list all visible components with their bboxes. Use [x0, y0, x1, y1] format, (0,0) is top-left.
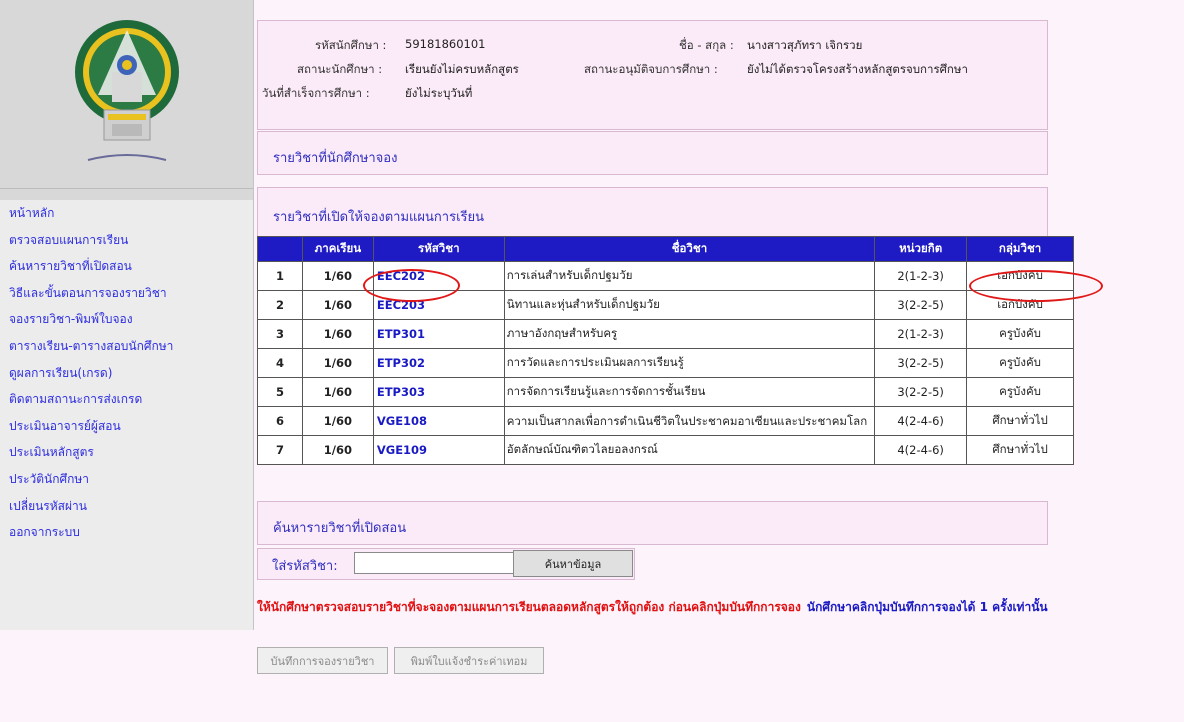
- course-credit: 2(1-2-3): [874, 261, 968, 291]
- course-credit: 4(2-4-6): [874, 435, 968, 465]
- nav-student-profile[interactable]: ประวัตินักศึกษา: [0, 466, 253, 493]
- course-name: การวัดและการประเมินผลการเรียนรู้: [503, 348, 876, 378]
- graduation-date-label: วันที่สำเร็จการศึกษา :: [262, 86, 370, 100]
- reserved-courses-panel: รายวิชาที่นักศึกษาจอง: [257, 131, 1048, 175]
- row-term: 1/60: [301, 290, 374, 320]
- table-row: 6 1/60 VGE108 ความเป็นสากลเพื่อการดำเนิน…: [257, 406, 1074, 436]
- header-name: ชื่อวิชา: [503, 236, 876, 262]
- course-code-link[interactable]: VGE109: [377, 443, 427, 457]
- open-courses-panel: รายวิชาที่เปิดให้จองตามแผนการเรียน: [257, 187, 1048, 238]
- university-logo: [0, 0, 253, 189]
- header-group: กลุ่มวิชา: [966, 236, 1074, 262]
- graduation-approval-label: สถานะอนุมัติจบการศึกษา :: [584, 62, 718, 76]
- nav-check-plan[interactable]: ตรวจสอบแผนการเรียน: [0, 227, 253, 254]
- course-name: การเล่นสำหรับเด็กปฐมวัย: [503, 261, 876, 291]
- course-name: อัตลักษณ์บัณฑิตวไลยอลงกรณ์: [503, 435, 876, 465]
- course-group: ครูบังคับ: [966, 348, 1074, 378]
- print-invoice-button[interactable]: พิมพ์ใบแจ้งชำระค่าเทอม: [394, 647, 544, 674]
- header-term: ภาคเรียน: [301, 236, 374, 262]
- row-term: 1/60: [301, 348, 374, 378]
- nav-search-courses[interactable]: ค้นหารายวิชาที่เปิดสอน: [0, 253, 253, 280]
- warning-message: ให้นักศึกษาตรวจสอบรายวิชาที่จะจองตามแผนก…: [257, 598, 1048, 617]
- nav-grade-status[interactable]: ติดตามสถานะการส่งเกรด: [0, 386, 253, 413]
- row-number: 3: [257, 319, 303, 349]
- table-header-row: ภาคเรียน รหัสวิชา ชื่อวิชา หน่วยกิต กลุ่…: [257, 236, 1074, 262]
- nav-evaluate-curriculum[interactable]: ประเมินหลักสูตร: [0, 439, 253, 466]
- course-credit: 4(2-4-6): [874, 406, 968, 436]
- row-number: 6: [257, 406, 303, 436]
- student-status-label: สถานะนักศึกษา :: [297, 62, 383, 76]
- graduation-approval: ยังไม่ได้ตรวจโครงสร้างหลักสูตรจบการศึกษา: [747, 62, 968, 76]
- course-name: การจัดการเรียนรู้และการจัดการชั้นเรียน: [503, 377, 876, 407]
- student-id: 59181860101: [405, 37, 486, 51]
- nav-how-to-reserve[interactable]: วิธีและขั้นตอนการจองรายวิชา: [0, 280, 253, 307]
- student-status: เรียนยังไม่ครบหลักสูตร: [405, 62, 519, 76]
- row-term: 1/60: [301, 377, 374, 407]
- course-name: ความเป็นสากลเพื่อการดำเนินชีวิตในประชาคม…: [503, 406, 876, 436]
- nav-change-password[interactable]: เปลี่ยนรหัสผ่าน: [0, 493, 253, 520]
- course-code-link[interactable]: VGE108: [377, 414, 427, 428]
- header-credit: หน่วยกิต: [874, 236, 968, 262]
- warning-text: ให้นักศึกษาตรวจสอบรายวิชาที่จะจองตามแผนก…: [257, 600, 801, 614]
- row-term: 1/60: [301, 319, 374, 349]
- course-group: ครูบังคับ: [966, 377, 1074, 407]
- table-row: 7 1/60 VGE109 อัตลักษณ์บัณฑิตวไลยอลงกรณ์…: [257, 435, 1074, 465]
- sidebar: หน้าหลัก ตรวจสอบแผนการเรียน ค้นหารายวิชา…: [0, 0, 254, 630]
- header-no: [257, 236, 303, 262]
- row-number: 7: [257, 435, 303, 465]
- table-row: 4 1/60 ETP302 การวัดและการประเมินผลการเร…: [257, 348, 1074, 378]
- student-name-label: ชื่อ - สกุล :: [679, 38, 734, 52]
- course-credit: 3(2-2-5): [874, 377, 968, 407]
- row-term: 1/60: [301, 406, 374, 436]
- header-code: รหัสวิชา: [372, 236, 505, 262]
- highlight-circle-code: [363, 269, 460, 302]
- nav-grades[interactable]: ดูผลการเรียน(เกรด): [0, 360, 253, 387]
- course-code-label: ใส่รหัสวิชา:: [272, 559, 338, 574]
- notice-text: นักศึกษาคลิกปุ่มบันทึกการจองได้ 1 ครั้งเ…: [806, 600, 1048, 614]
- student-id-label: รหัสนักศึกษา :: [315, 38, 387, 52]
- row-number: 4: [257, 348, 303, 378]
- search-button[interactable]: ค้นหาข้อมูล: [513, 550, 633, 577]
- highlight-circle-group: [969, 270, 1103, 302]
- course-credit: 3(2-2-5): [874, 290, 968, 320]
- nav-logout[interactable]: ออกจากระบบ: [0, 519, 253, 546]
- course-name: ภาษาอังกฤษสำหรับครู: [503, 319, 876, 349]
- course-group: ครูบังคับ: [966, 319, 1074, 349]
- reserved-courses-title: รายวิชาที่นักศึกษาจอง: [273, 151, 398, 166]
- row-number: 1: [257, 261, 303, 291]
- graduation-date: ยังไม่ระบุวันที่: [405, 86, 473, 100]
- save-reservation-button[interactable]: บันทึกการจองรายวิชา: [257, 647, 388, 674]
- main-nav: หน้าหลัก ตรวจสอบแผนการเรียน ค้นหารายวิชา…: [0, 200, 253, 630]
- university-emblem-icon: [75, 20, 179, 161]
- student-info-panel: รหัสนักศึกษา : 59181860101 ชื่อ - สกุล :…: [257, 20, 1048, 130]
- row-term: 1/60: [301, 435, 374, 465]
- course-code-link[interactable]: ETP301: [377, 327, 425, 341]
- search-panel: ค้นหารายวิชาที่เปิดสอน: [257, 501, 1048, 545]
- table-row: 5 1/60 ETP303 การจัดการเรียนรู้และการจัด…: [257, 377, 1074, 407]
- course-code-link[interactable]: ETP303: [377, 385, 425, 399]
- nav-home[interactable]: หน้าหลัก: [0, 200, 253, 227]
- course-group: ศึกษาทั่วไป: [966, 435, 1074, 465]
- course-code-input[interactable]: [354, 552, 514, 574]
- course-name: นิทานและหุ่นสำหรับเด็กปฐมวัย: [503, 290, 876, 320]
- courses-table: ภาคเรียน รหัสวิชา ชื่อวิชา หน่วยกิต กลุ่…: [257, 236, 1074, 465]
- course-code-link[interactable]: ETP302: [377, 356, 425, 370]
- student-name: นางสาวสุภัทรา เจิกรวย: [747, 38, 863, 52]
- nav-reserve-print[interactable]: จองรายวิชา-พิมพ์ใบจอง: [0, 306, 253, 333]
- course-credit: 2(1-2-3): [874, 319, 968, 349]
- search-row: ใส่รหัสวิชา: ค้นหาข้อมูล: [257, 548, 635, 580]
- open-courses-title: รายวิชาที่เปิดให้จองตามแผนการเรียน: [273, 210, 484, 225]
- row-number: 2: [257, 290, 303, 320]
- table-row: 3 1/60 ETP301 ภาษาอังกฤษสำหรับครู 2(1-2-…: [257, 319, 1074, 349]
- course-credit: 3(2-2-5): [874, 348, 968, 378]
- row-number: 5: [257, 377, 303, 407]
- search-title: ค้นหารายวิชาที่เปิดสอน: [273, 521, 407, 536]
- nav-evaluate-teacher[interactable]: ประเมินอาจารย์ผู้สอน: [0, 413, 253, 440]
- course-group: ศึกษาทั่วไป: [966, 406, 1074, 436]
- nav-timetable[interactable]: ตารางเรียน-ตารางสอบนักศึกษา: [0, 333, 253, 360]
